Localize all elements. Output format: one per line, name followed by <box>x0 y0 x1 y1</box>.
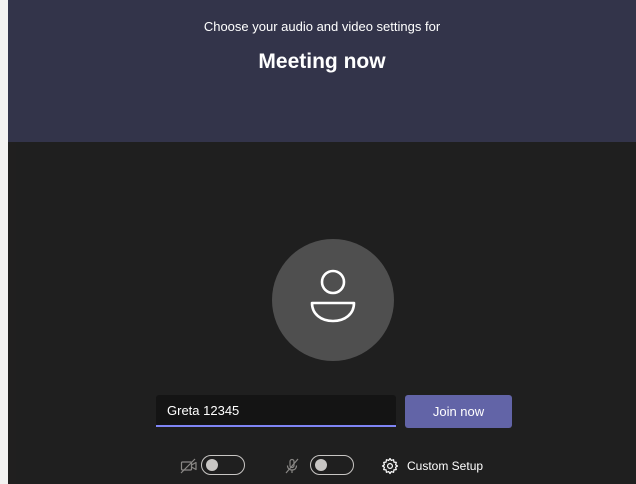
camera-toggle-knob <box>206 459 218 471</box>
microphone-off-icon <box>285 458 299 474</box>
avatar <box>272 239 394 361</box>
microphone-toggle-knob <box>315 459 327 471</box>
video-preview: Join now <box>16 142 636 484</box>
camera-off-icon <box>180 458 197 474</box>
custom-setup-button[interactable]: Custom Setup <box>381 454 483 478</box>
header-subtitle: Choose your audio and video settings for <box>203 19 441 34</box>
pre-join-screen: Choose your audio and video settings for… <box>8 0 636 484</box>
meeting-title: Meeting now <box>258 50 386 73</box>
microphone-toggle[interactable] <box>310 455 354 475</box>
join-now-button[interactable]: Join now <box>405 395 512 428</box>
device-controls: Custom Setup <box>16 454 636 478</box>
person-icon <box>310 269 356 323</box>
camera-toggle[interactable] <box>201 455 245 475</box>
name-input[interactable] <box>156 395 396 427</box>
custom-setup-label: Custom Setup <box>407 459 484 473</box>
gear-icon <box>381 457 399 475</box>
header-banner: Choose your audio and video settings for… <box>8 0 636 142</box>
